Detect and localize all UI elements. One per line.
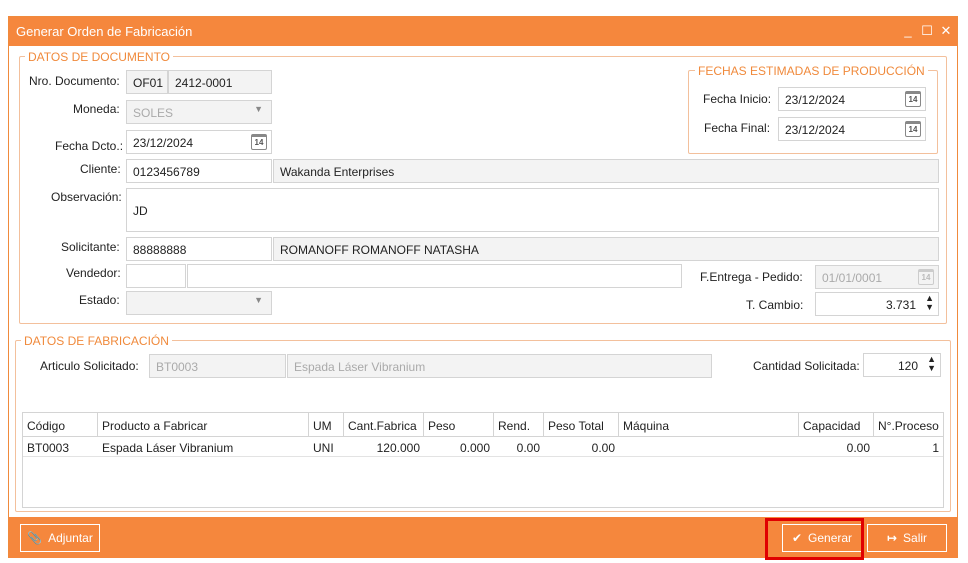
solicitante-nombre-field: ROMANOFF ROMANOFF NATASHA (273, 237, 939, 261)
column-header-codigo[interactable]: Código (23, 413, 98, 437)
salir-label: Salir (903, 531, 928, 545)
fecha-dcto-field[interactable]: 23/12/2024 14 (126, 130, 272, 154)
table-cell-maquina[interactable] (619, 437, 799, 457)
column-header-producto[interactable]: Producto a Fabricar (98, 413, 309, 437)
moneda-value: SOLES (133, 106, 174, 120)
solicitante-codigo-field[interactable]: 88888888 (126, 237, 272, 261)
table-cell-rend[interactable]: 0.00 (494, 437, 544, 457)
solicitante-label: Solicitante: (61, 240, 120, 254)
adjuntar-button[interactable]: 📎 Adjuntar (20, 524, 100, 552)
vendedor-label: Vendedor: (66, 266, 121, 280)
tcambio-value: 3.731 (885, 298, 916, 312)
table-cell-peso-total[interactable]: 0.00 (544, 437, 619, 457)
calendar-icon[interactable]: 14 (251, 134, 267, 150)
nro-documento-label: Nro. Documento: (29, 74, 120, 88)
fechas-group (688, 70, 938, 154)
dialog-window: Generar Orden de Fabricación _ ☐ ✕ DATOS… (8, 16, 958, 558)
fechas-group-title: FECHAS ESTIMADAS DE PRODUCCIÓN (695, 64, 928, 78)
table-cell-producto[interactable]: Espada Láser Vibranium (98, 437, 309, 457)
calendar-icon[interactable]: 14 (918, 269, 934, 285)
column-header-rend[interactable]: Rend. (494, 413, 544, 437)
calendar-icon[interactable]: 14 (905, 91, 921, 107)
window-title: Generar Orden de Fabricación (16, 24, 193, 39)
numero-field[interactable]: 2412-0001 (168, 70, 272, 94)
spin-arrows-icon[interactable]: ▲ ▼ (925, 294, 934, 312)
fentrega-label: F.Entrega - Pedido: (700, 270, 803, 284)
minimize-button[interactable]: _ (899, 21, 917, 41)
articulo-nombre-field: Espada Láser Vibranium (287, 354, 712, 378)
cantidad-field[interactable]: 120 ▲ ▼ (863, 353, 941, 377)
estado-select[interactable]: ▼ (126, 291, 272, 315)
vendedor-nombre-field (187, 264, 682, 288)
produccion-table[interactable]: Código Producto a Fabricar UM Cant.Fabri… (22, 412, 944, 508)
title-bar: Generar Orden de Fabricación _ ☐ ✕ (9, 17, 957, 46)
table-cell-um[interactable]: UNI (309, 437, 344, 457)
spin-arrows-icon[interactable]: ▲ ▼ (927, 355, 936, 373)
chevron-down-icon: ▼ (254, 295, 263, 305)
table-cell-codigo[interactable]: BT0003 (23, 437, 98, 457)
fecha-final-value: 23/12/2024 (785, 123, 846, 137)
chevron-down-icon: ▼ (254, 104, 263, 114)
cliente-codigo-field[interactable]: 0123456789 (126, 159, 272, 183)
table-cell-peso[interactable]: 0.000 (424, 437, 494, 457)
fabricacion-group-title: DATOS DE FABRICACIÓN (21, 334, 172, 348)
observacion-textarea[interactable]: JD (126, 188, 939, 232)
moneda-select[interactable]: SOLES ▼ (126, 100, 272, 124)
estado-label: Estado: (79, 293, 120, 307)
moneda-label: Moneda: (73, 102, 120, 116)
tcambio-label: T. Cambio: (746, 298, 804, 312)
maximize-button[interactable]: ☐ (918, 21, 936, 41)
column-header-nro-proceso[interactable]: N°.Proceso (874, 413, 943, 437)
close-button[interactable]: ✕ (937, 21, 955, 41)
salir-button[interactable]: ↦ Salir (867, 524, 947, 552)
fecha-dcto-label: Fecha Dcto.: (55, 139, 124, 153)
column-header-peso[interactable]: Peso (424, 413, 494, 437)
column-header-peso-total[interactable]: Peso Total (544, 413, 619, 437)
adjuntar-label: Adjuntar (48, 531, 93, 545)
cliente-label: Cliente: (80, 162, 121, 176)
table-cell-capacidad[interactable]: 0.00 (799, 437, 874, 457)
vendedor-codigo-field[interactable] (126, 264, 186, 288)
documento-group-title: DATOS DE DOCUMENTO (25, 50, 174, 64)
paperclip-icon: 📎 (27, 531, 43, 545)
serie-field[interactable]: OF01 (126, 70, 168, 94)
articulo-codigo-field[interactable]: BT0003 (149, 354, 286, 378)
generar-highlight (765, 518, 864, 560)
observacion-label: Observación: (51, 190, 122, 204)
table-cell-cant-fabrica[interactable]: 120.000 (344, 437, 424, 457)
fecha-inicio-value: 23/12/2024 (785, 93, 846, 107)
column-header-capacidad[interactable]: Capacidad (799, 413, 874, 437)
exit-icon: ↦ (886, 531, 898, 545)
fecha-final-field[interactable]: 23/12/2024 14 (778, 117, 926, 141)
calendar-icon[interactable]: 14 (905, 121, 921, 137)
fentrega-value: 01/01/0001 (822, 271, 883, 285)
table-cell-nro-proceso[interactable]: 1 (874, 437, 943, 457)
cantidad-label: Cantidad Solicitada: (753, 359, 860, 373)
cantidad-value: 120 (897, 359, 918, 373)
fecha-dcto-value: 23/12/2024 (133, 136, 194, 150)
fentrega-field[interactable]: 01/01/0001 14 (815, 265, 939, 289)
fecha-inicio-label: Fecha Inicio: (703, 92, 772, 106)
cliente-nombre-field: Wakanda Enterprises (273, 159, 939, 183)
column-header-maquina[interactable]: Máquina (619, 413, 799, 437)
tcambio-field[interactable]: 3.731 ▲ ▼ (815, 292, 939, 316)
articulo-label: Articulo Solicitado: (40, 359, 139, 373)
column-header-cant-fabrica[interactable]: Cant.Fabrica (344, 413, 424, 437)
column-header-um[interactable]: UM (309, 413, 344, 437)
fecha-inicio-field[interactable]: 23/12/2024 14 (778, 87, 926, 111)
fecha-final-label: Fecha Final: (704, 121, 771, 135)
